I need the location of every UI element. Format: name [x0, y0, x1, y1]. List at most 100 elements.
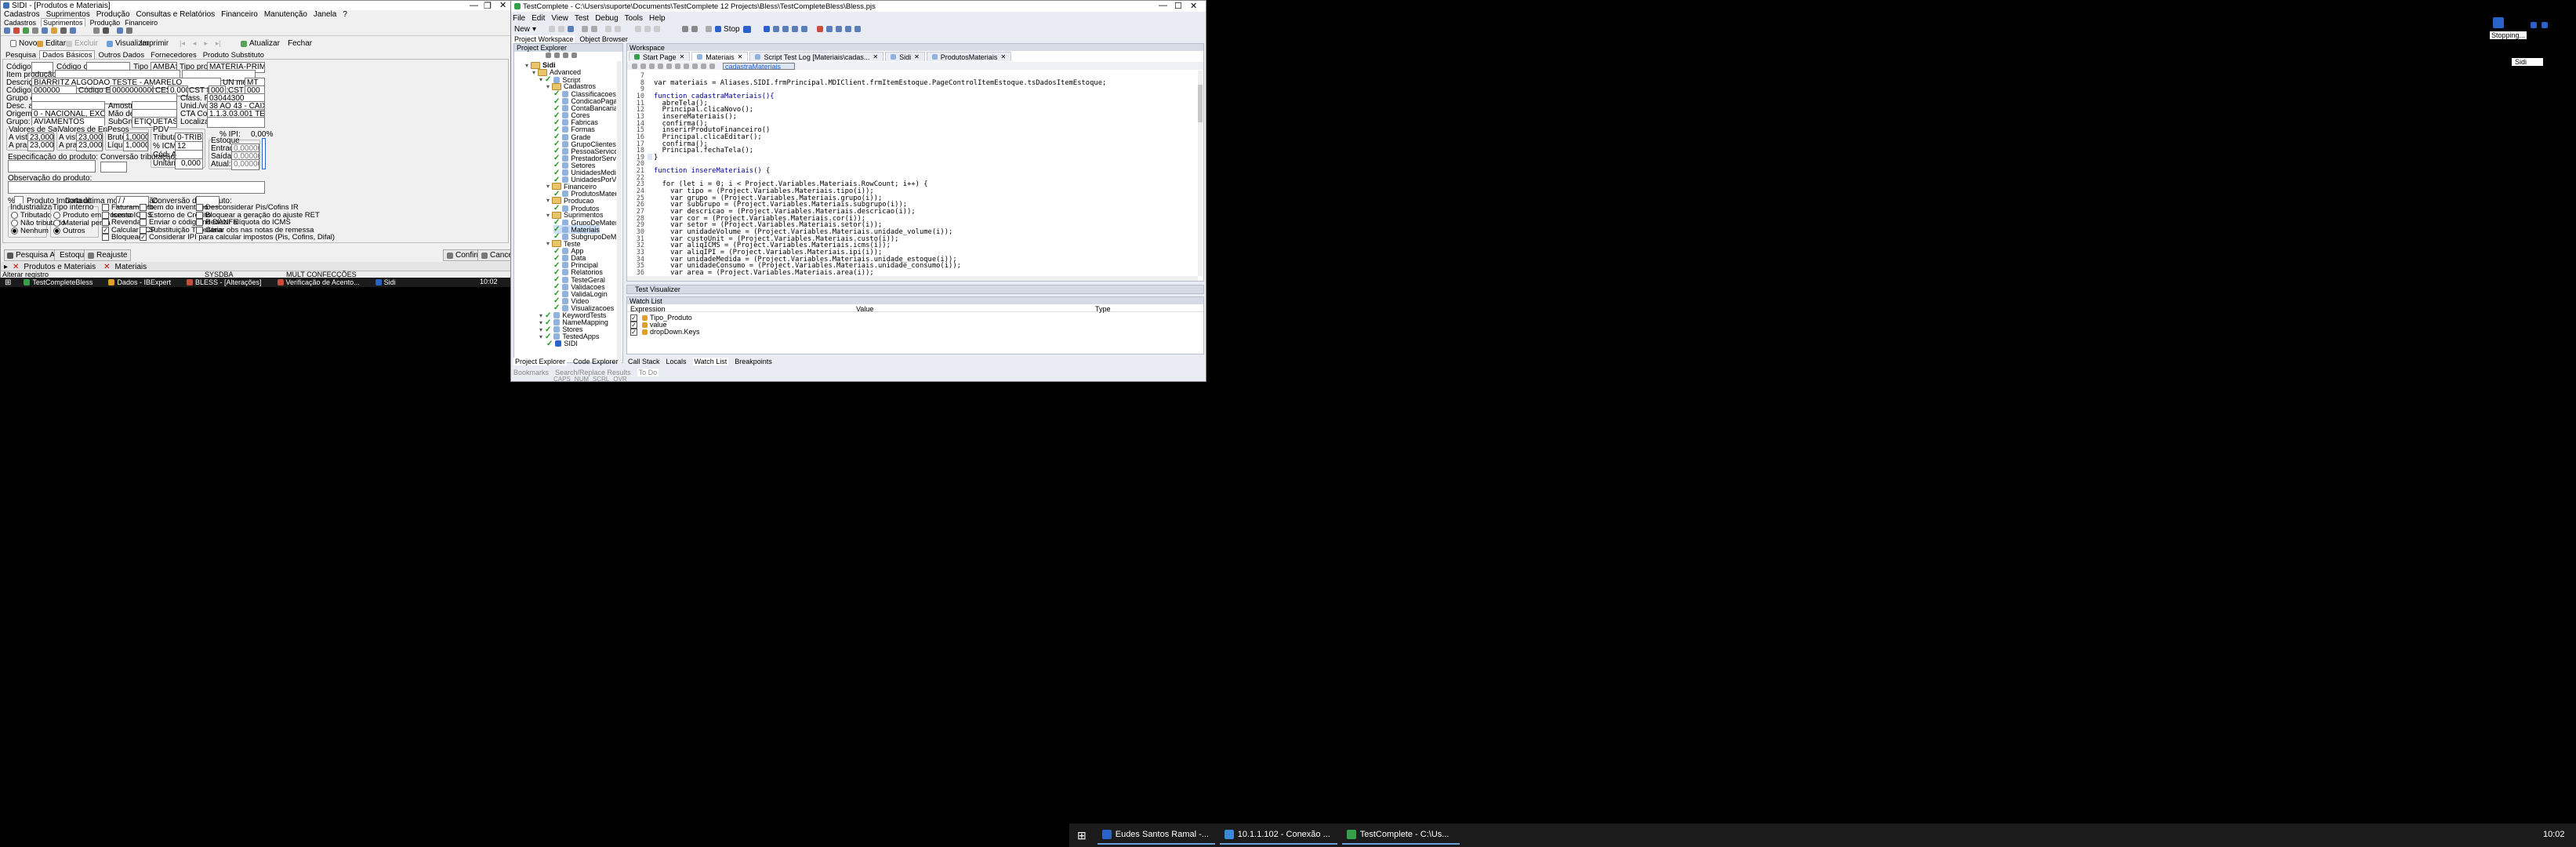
tc-spy-icon-2[interactable] — [825, 26, 833, 32]
checkbox-box-reduzir-aliquota-do-icms[interactable] — [196, 219, 203, 226]
edit-icon-8[interactable] — [692, 63, 698, 69]
expand-icon[interactable]: ▾ — [546, 212, 550, 219]
windows-start-icon[interactable]: ⊞ — [0, 278, 16, 287]
radio-circle-outros[interactable] — [53, 227, 60, 234]
tab-watch-list[interactable]: Watch List — [692, 358, 729, 365]
toolbar-icon-12[interactable] — [126, 27, 132, 34]
module-tab-suprimentos[interactable]: Suprimentos — [41, 18, 85, 27]
checkbox-box-enviar-o-codigo-no-danfe[interactable] — [140, 219, 147, 226]
tc-tb-icon-10[interactable] — [654, 26, 661, 32]
tc-spy-icon-3[interactable] — [835, 26, 842, 32]
tc-step-icon-4[interactable] — [800, 26, 807, 32]
toolbar-icon-2[interactable] — [13, 27, 20, 34]
taskbar-right-item-10-1-1-102-conexao[interactable]: 10.1.1.102 - Conexão ... — [1219, 826, 1337, 845]
mdi-tab-close-icon-1[interactable]: ✕ — [13, 263, 19, 271]
tc-menu-debug[interactable]: Debug — [595, 14, 618, 23]
tc-tb-icon-6[interactable] — [605, 26, 612, 32]
tc-tb-icon-4[interactable] — [582, 26, 589, 32]
taskbar-right-item-eudes-santos-ramal[interactable]: Eudes Santos Ramal -... — [1097, 826, 1215, 845]
tc-menu-help[interactable]: Help — [649, 14, 666, 23]
tc-menu-edit[interactable]: Edit — [532, 14, 545, 23]
toolbar-icon-1[interactable] — [4, 27, 10, 34]
tc-tb-icon-12[interactable] — [691, 26, 698, 32]
edit-icon-10[interactable] — [709, 63, 715, 69]
tc-upper-tab-object-browser[interactable]: Object Browser — [579, 35, 628, 43]
taskbar-right-item-testcomplete-c-us[interactable]: TestComplete - C:\Us... — [1341, 826, 1460, 845]
expand-icon[interactable]: ▾ — [525, 62, 528, 69]
code-editor[interactable]: 7 8 var materiais = Aliases.SIDI.frmPrinci… — [627, 71, 1198, 276]
checkbox-box-considerar-ipi-para-calcular-impostos-pis-cofins-difal[interactable]: ✓ — [140, 234, 147, 241]
radio-nenhum[interactable]: Nenhum — [11, 227, 49, 235]
code-vscrollbar[interactable] — [1198, 71, 1203, 276]
tc-step-icon-3[interactable] — [791, 26, 798, 32]
tc-spy-icon-5[interactable] — [854, 26, 861, 32]
checkbox-box-calcular-fcp[interactable]: ✓ — [102, 226, 109, 234]
checkbox-box-faturamento[interactable] — [102, 204, 109, 211]
toolbar-icon-10[interactable] — [103, 27, 109, 34]
tc-spy-icon-1[interactable] — [816, 26, 823, 32]
code-line[interactable]: function insereMateriais() { — [654, 167, 770, 175]
reajuste-button[interactable]: Reajuste — [84, 249, 132, 261]
mdi-tab-materiais[interactable]: Materiais — [115, 263, 147, 271]
function-dropdown[interactable]: cadastraMateriais — [723, 62, 795, 70]
mdi-tab-close-icon-2[interactable]: ✕ — [103, 263, 110, 271]
expand-icon[interactable]: ▾ — [539, 76, 542, 83]
first-record-icon[interactable]: |◂ — [180, 39, 185, 48]
project-tree-scrollbar[interactable] — [617, 61, 622, 363]
tc-menu-tools[interactable]: Tools — [625, 14, 643, 23]
menu-producao[interactable]: Produção — [96, 10, 130, 19]
tc-maximize-icon[interactable]: ☐ — [1174, 1, 1182, 11]
edit-icon-2[interactable] — [640, 63, 646, 69]
editor-tab-materiais[interactable]: Materiais ✕ — [691, 52, 749, 61]
checked-icon[interactable]: ✓ — [546, 340, 553, 348]
expand-icon[interactable]: ▾ — [546, 197, 550, 204]
tree-item-sidi[interactable]: ✓ SIDI — [546, 340, 578, 348]
module-tab-financeiro[interactable]: Financeiro — [125, 19, 158, 27]
checkbox-box-gerar-obs-nas-notas-de-remessa[interactable] — [196, 226, 203, 234]
module-tab-producao[interactable]: Produção — [90, 19, 121, 27]
windows-start-icon-right[interactable]: ⊞ — [1069, 829, 1094, 842]
editor-tab-close-icon[interactable]: ✕ — [680, 53, 685, 60]
tc-tb-icon-7[interactable] — [615, 26, 622, 32]
tc-tb-icon-5[interactable] — [591, 26, 598, 32]
corner-icon-1[interactable] — [2531, 22, 2537, 28]
editor-tab-script-test-log-materiais-cadas[interactable]: Script Test Log [Materiais\cadas... ✕ — [749, 52, 884, 61]
code-line[interactable]: } — [654, 154, 658, 162]
tc-new-button[interactable]: New ▾ — [514, 25, 536, 34]
checkbox-box-bloquear-a-geracao-do-ajuste-ret[interactable] — [196, 211, 203, 219]
code-vscroll-thumb[interactable] — [1198, 85, 1203, 122]
tc-pause-icon[interactable] — [763, 26, 770, 32]
tab-call-stack[interactable]: Call Stack — [628, 358, 660, 365]
observacao-textarea[interactable] — [8, 181, 265, 194]
editor-tab-close-icon[interactable]: ✕ — [914, 53, 920, 60]
toolbar-icon-8[interactable] — [70, 27, 76, 34]
expand-icon[interactable]: ▾ — [539, 333, 542, 340]
checkbox-considerar-ipi-para-calcular-impostos-pis-cofins-difal[interactable]: ✓ Considerar IPI para calcular impostos (… — [140, 234, 335, 242]
tc-menu-view[interactable]: View — [551, 14, 568, 23]
tab-to-do[interactable]: To Do — [637, 369, 659, 376]
expand-icon[interactable]: ▾ — [546, 183, 550, 190]
tc-upper-tab-project-workspace[interactable]: Project Workspace — [513, 35, 575, 43]
taskbar-item-bless-alteracoes[interactable]: BLESS - [Alterações] — [186, 278, 262, 286]
checkbox-box-substituicao-tributaria[interactable] — [140, 226, 147, 234]
tc-step-icon-2[interactable] — [782, 26, 789, 32]
code-line[interactable]: var materiais = Aliases.SIDI.frmPrincipa… — [654, 79, 1106, 87]
menu-financeiro[interactable]: Financeiro — [221, 10, 258, 19]
tc-tb-icon-11[interactable] — [682, 26, 689, 32]
tab-project-explorer[interactable]: Project Explorer — [513, 358, 568, 365]
expand-icon[interactable]: ▾ — [532, 69, 535, 76]
edit-icon-9[interactable] — [701, 63, 706, 69]
fechar-button[interactable]: Fechar — [288, 39, 312, 48]
tc-spy-icon-4[interactable] — [844, 26, 851, 32]
edit-icon-5[interactable] — [666, 63, 672, 69]
toolbar-icon-4[interactable] — [32, 27, 38, 34]
editor-tab-close-icon[interactable]: ✕ — [1000, 53, 1006, 60]
toolbar-icon-11[interactable] — [117, 27, 123, 34]
minimize-icon[interactable]: — — [470, 1, 478, 10]
radio-circle-nenhum[interactable] — [11, 227, 18, 234]
estoque-scrollbar[interactable] — [262, 138, 266, 169]
tc-menu-file[interactable]: File — [513, 14, 525, 23]
taskbar-item-sidi[interactable]: Sidi — [375, 278, 396, 286]
tc-step-icon-1[interactable] — [772, 26, 779, 32]
editor-tab-sidi[interactable]: Sidi ✕ — [885, 52, 925, 61]
